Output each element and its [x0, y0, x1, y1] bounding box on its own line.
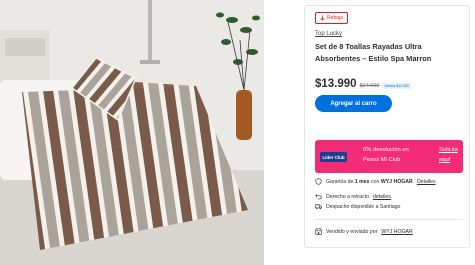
seller-link[interactable]: WYJ HOGAR [381, 229, 412, 235]
price-row: $13.990 $24.990 Ahorra $11.000 [315, 78, 411, 90]
warranty-details-link[interactable]: Detalles [417, 179, 436, 185]
warranty-row: Garantía de 1 mes con WYJ HOGAR Detalles [315, 178, 436, 185]
club-here-link[interactable]: aquí [439, 157, 450, 163]
towel-photo [0, 0, 264, 265]
add-to-cart-button[interactable]: Agregar al carro [315, 95, 392, 112]
club-request-link[interactable]: Solicita [439, 147, 458, 153]
lider-club-logo: Líder Club [320, 152, 347, 162]
arrow-down-icon [320, 15, 325, 21]
old-price: $24.990 [359, 83, 380, 89]
product-info-panel: Rebaja Top Lucky Set de 8 Toallas Rayada… [304, 5, 470, 248]
warranty-prefix: Garantía de [326, 178, 355, 185]
current-price: $13.990 [315, 78, 357, 90]
shipping-text: Despacho disponible a Santiago [326, 203, 401, 210]
savings-tag: Ahorra $11.000 [382, 83, 411, 89]
product-image[interactable] [0, 0, 264, 265]
club-cashback-line2: Pesos Mi Club [363, 157, 401, 163]
club-cashback-line1: 6% devolución en [363, 147, 409, 153]
shipping-row: Despacho disponible a Santiago [315, 203, 400, 210]
club-banner: Líder Club 6% devolución en Pesos Mi Clu… [315, 140, 463, 173]
seller-text: Vendido y enviado por [326, 228, 378, 235]
warranty-months: 1 mes [354, 178, 370, 185]
return-row: Derecho a retracto detalles [315, 193, 391, 200]
shield-icon [315, 178, 322, 185]
return-details-link[interactable]: detalles [373, 194, 391, 200]
truck-icon [315, 204, 322, 210]
brand-link[interactable]: Top Lucky [315, 31, 342, 37]
return-text: Derecho a retracto [326, 193, 369, 200]
store-icon [315, 228, 322, 235]
seller-row: Vendido y enviado por WYJ HOGAR [315, 228, 413, 235]
return-icon [315, 194, 322, 200]
sale-badge: Rebaja [315, 12, 348, 24]
product-title: Set de 8 Toallas Rayadas Ultra Absorbent… [315, 42, 432, 63]
sale-badge-label: Rebaja [327, 15, 343, 21]
warranty-middle: con [369, 178, 381, 185]
warranty-brand: WYJ HOGAR [380, 178, 413, 185]
divider [315, 219, 463, 220]
